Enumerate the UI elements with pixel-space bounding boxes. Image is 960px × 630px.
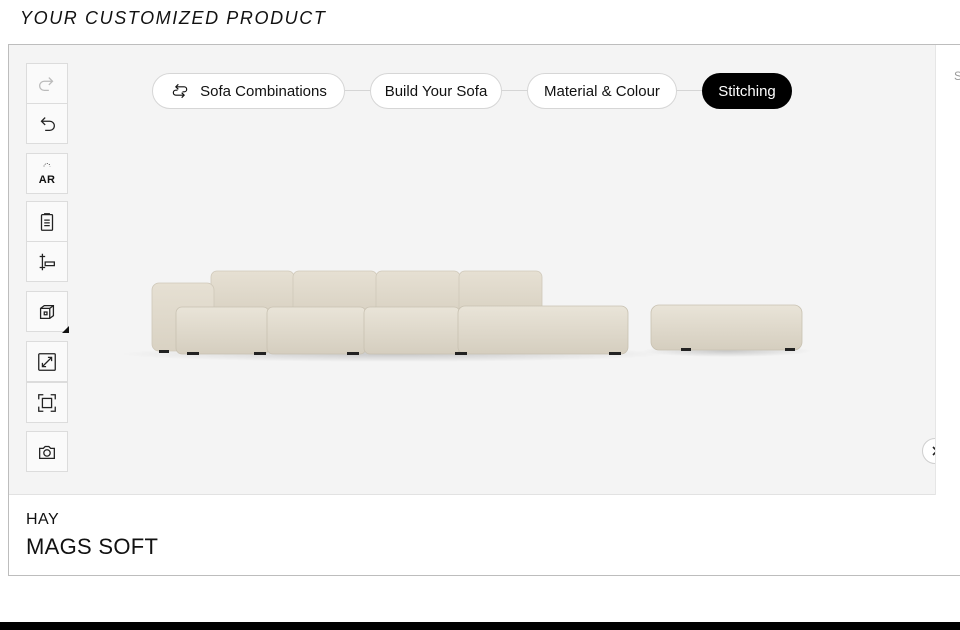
step-stitching[interactable]: Stitching bbox=[702, 73, 792, 109]
fullscreen-button[interactable] bbox=[26, 341, 68, 382]
clipboard-icon bbox=[40, 212, 54, 231]
sofa-foot bbox=[609, 352, 621, 355]
sofa-foot bbox=[159, 350, 169, 353]
options-side-panel[interactable]: S bbox=[935, 45, 960, 495]
redo-button[interactable] bbox=[26, 63, 68, 104]
side-panel-label: S bbox=[954, 69, 960, 83]
sofa-foot bbox=[347, 352, 359, 355]
undo-button[interactable] bbox=[26, 103, 68, 144]
dropdown-indicator bbox=[62, 326, 69, 333]
seat-cushion bbox=[266, 306, 367, 355]
expand-icon bbox=[38, 352, 56, 371]
ruler-icon bbox=[39, 253, 55, 270]
undo-icon bbox=[40, 116, 55, 131]
view-options-button[interactable] bbox=[26, 291, 69, 333]
screenshot-button[interactable] bbox=[26, 431, 68, 472]
ottoman-foot bbox=[681, 348, 691, 351]
camera-icon bbox=[39, 445, 55, 459]
redo-icon bbox=[39, 76, 54, 91]
step-label: Sofa Combinations bbox=[200, 82, 327, 100]
ar-button[interactable]: AR bbox=[26, 153, 68, 194]
step-connector bbox=[342, 90, 372, 91]
brand-name: HAY bbox=[26, 511, 60, 528]
seat-cushion bbox=[175, 306, 270, 355]
product-name: MAGS SOFT bbox=[26, 534, 159, 559]
product-configurator: AR Sofa Combinations Build Your Sofa Mat… bbox=[8, 44, 960, 576]
step-material-colour[interactable]: Material & Colour bbox=[527, 73, 677, 109]
ar-icon bbox=[43, 162, 51, 167]
swap-icon bbox=[172, 83, 188, 99]
chaise-cushion bbox=[457, 305, 629, 355]
cube-icon bbox=[39, 304, 55, 319]
sofa-foot bbox=[254, 352, 266, 355]
step-sofa-combinations[interactable]: Sofa Combinations bbox=[152, 73, 345, 109]
3d-viewer[interactable]: AR Sofa Combinations Build Your Sofa Mat… bbox=[9, 45, 948, 495]
ottoman bbox=[650, 304, 803, 351]
step-connector bbox=[500, 90, 530, 91]
step-label: Material & Colour bbox=[544, 82, 660, 100]
step-build-your-sofa[interactable]: Build Your Sofa bbox=[370, 73, 502, 109]
ar-label: AR bbox=[38, 173, 56, 186]
dimensions-button[interactable] bbox=[26, 241, 68, 282]
sofa-render[interactable] bbox=[9, 45, 935, 495]
configurator-steps: Sofa Combinations Build Your Sofa Materi… bbox=[152, 73, 802, 109]
ottoman-foot bbox=[785, 348, 795, 351]
fit-view-button[interactable] bbox=[26, 382, 68, 423]
bottom-bar bbox=[0, 622, 960, 630]
summary-button[interactable] bbox=[26, 201, 68, 242]
seat-cushion bbox=[363, 306, 461, 355]
sofa-foot bbox=[187, 352, 199, 355]
frame-icon bbox=[38, 393, 56, 412]
sofa-foot bbox=[455, 352, 467, 355]
product-info: HAY MAGS SOFT bbox=[9, 496, 960, 576]
step-label: Build Your Sofa bbox=[384, 82, 488, 100]
step-label: Stitching bbox=[718, 82, 776, 100]
page-heading: YOUR CUSTOMIZED PRODUCT bbox=[20, 8, 327, 28]
